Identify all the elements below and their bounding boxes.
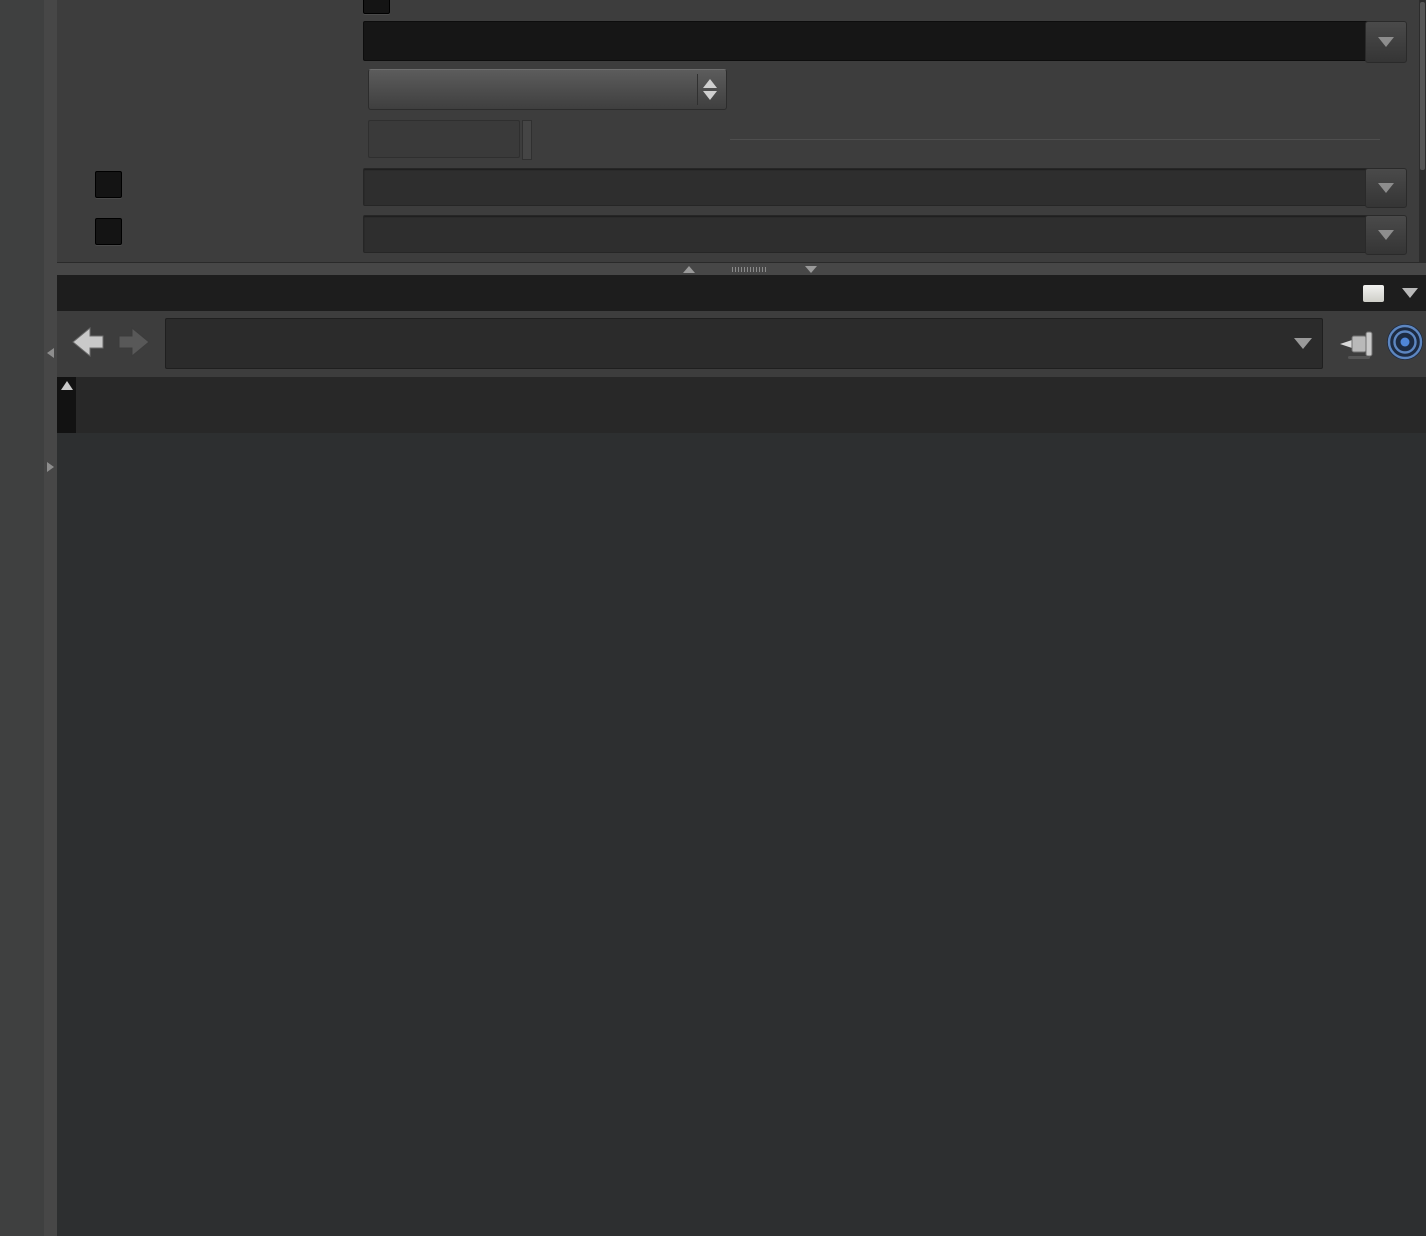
back-button[interactable] [69, 322, 107, 362]
point-velocities-dropdown[interactable] [368, 69, 727, 110]
pane-splitter[interactable] [44, 0, 58, 1236]
value-ladder-handle[interactable] [522, 120, 532, 160]
attributes-to-copy-menu-button[interactable] [1365, 168, 1407, 208]
expand-pane-icon[interactable] [61, 381, 73, 390]
radar-target-icon [1385, 322, 1425, 362]
invert-transformation-checkbox[interactable] [363, 0, 390, 14]
divider-grip[interactable] [732, 267, 768, 272]
attributes-to-transform-menu-button[interactable] [1365, 21, 1407, 63]
chevron-down-icon [1378, 37, 1394, 47]
path-bar [57, 311, 1426, 378]
collapse-right-arrow[interactable] [47, 462, 54, 472]
groups-to-copy-checkbox[interactable] [95, 218, 122, 245]
pane-tab-bar [57, 275, 1426, 311]
expand-up-icon[interactable] [683, 266, 695, 273]
network-path-field[interactable] [165, 318, 1323, 369]
integrate-over-time-input [368, 120, 520, 158]
collapse-left-arrow[interactable] [47, 348, 54, 358]
parameter-scrollbar[interactable] [1419, 0, 1426, 262]
forward-button[interactable] [115, 322, 153, 362]
pane-edge-strip [57, 377, 76, 433]
attributes-to-copy-checkbox[interactable] [95, 171, 122, 198]
houdini-window [0, 0, 1426, 1236]
attributes-to-copy-input[interactable] [363, 168, 1372, 206]
chevron-down-icon [1378, 230, 1394, 240]
back-arrow-icon [69, 322, 107, 362]
pane-menu-icon[interactable] [1402, 288, 1418, 298]
pushpin-icon [1338, 326, 1378, 362]
groups-to-copy-menu-button[interactable] [1365, 215, 1407, 255]
chevron-down-icon [1378, 183, 1394, 193]
dropdown-spinner-icon[interactable] [697, 74, 722, 105]
attributes-to-transform-input[interactable] [363, 21, 1372, 61]
left-shelf-toolbar [0, 0, 45, 1236]
expand-down-icon[interactable] [805, 266, 817, 273]
groups-to-copy-input[interactable] [363, 215, 1372, 253]
network-editor[interactable] [57, 433, 1426, 1236]
node-wires [57, 433, 1426, 1236]
follow-focus-button[interactable] [1385, 322, 1425, 367]
forward-arrow-icon [115, 322, 153, 362]
pin-pane-button[interactable] [1338, 326, 1378, 367]
network-menu-bar [57, 377, 1426, 434]
parameter-panel [57, 0, 1426, 262]
path-dropdown-icon[interactable] [1294, 338, 1312, 349]
row-divider [730, 139, 1380, 140]
pane-maximize-icon[interactable] [1363, 285, 1384, 302]
